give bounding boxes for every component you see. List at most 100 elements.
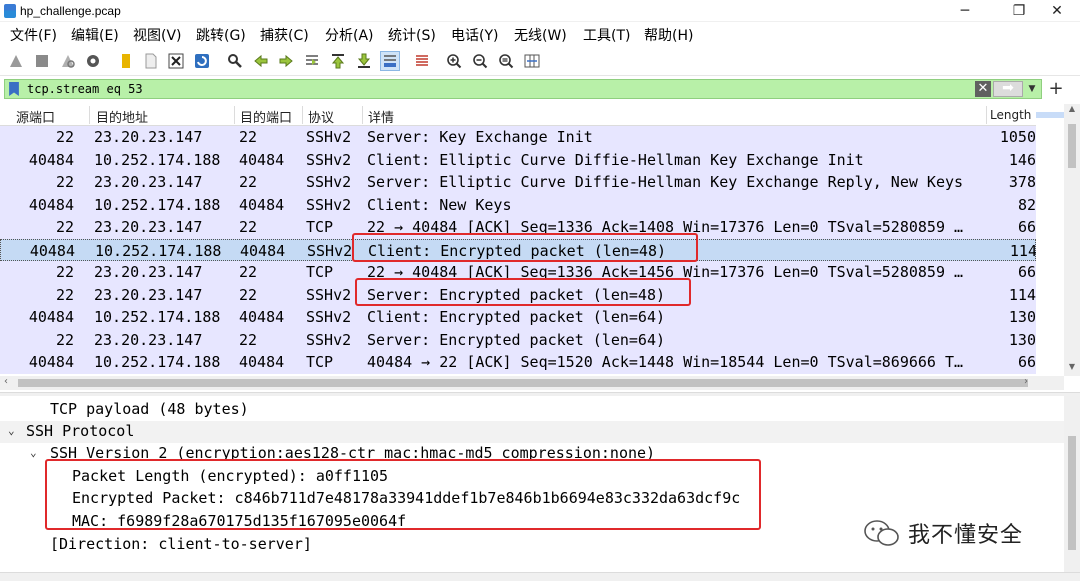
file-icon[interactable] (141, 51, 161, 71)
zoom-in-icon[interactable] (444, 51, 464, 71)
ssh-protocol-line[interactable]: SSH Protocol (26, 422, 134, 440)
packet-row[interactable]: 22 23.20.23.147 22 SSHv2 Server: Encrypted p… (0, 328, 1036, 351)
column-separator[interactable] (362, 106, 363, 124)
add-filter-button[interactable]: + (1046, 79, 1066, 99)
packet-list-header: 源端口 目的地址 目的端口 协议 详情 Length (0, 104, 1064, 126)
apply-filter-button[interactable]: ➡ (993, 81, 1023, 97)
bookmark-icon[interactable] (9, 82, 19, 96)
shark-fin-start-icon[interactable] (6, 51, 26, 71)
packet-row[interactable]: 22 23.20.23.147 22 SSHv2 Server: Key Exchang… (0, 126, 1036, 149)
cell-length: 114 (1008, 285, 1036, 304)
cell-src-port: 40484 (28, 150, 74, 169)
column-separator[interactable] (986, 106, 987, 124)
column-dst-port[interactable]: 目的端口 (240, 107, 292, 126)
packet-row[interactable]: 40484 10.252.174.188 40484 SSHv2 Client: New… (0, 193, 1036, 216)
cell-protocol: SSHv2 (307, 241, 353, 260)
wechat-icon (864, 520, 899, 546)
packet-row[interactable]: 40484 10.252.174.188 40484 TCP 40484 → 22 [A… (0, 351, 1036, 374)
scrollbar-thumb[interactable] (1068, 124, 1076, 168)
scroll-left-icon[interactable]: ‹ (4, 376, 8, 387)
column-src-port[interactable]: 源端口 (16, 107, 55, 126)
column-separator[interactable] (302, 106, 303, 124)
display-filter-input[interactable]: tcp.stream eq 53 ✕ ➡ ▼ (4, 79, 1042, 99)
cell-protocol: SSHv2 (306, 330, 352, 349)
column-info[interactable]: 详情 (368, 107, 394, 126)
menu-tools[interactable]: 工具(T) (583, 25, 630, 45)
menu-capture[interactable]: 捕获(C) (260, 25, 309, 45)
cell-info: Server: Key Exchange Init (367, 128, 593, 146)
autoscroll-icon[interactable] (380, 51, 400, 71)
cell-protocol: TCP (306, 218, 334, 236)
menu-analyze[interactable]: 分析(A) (325, 25, 374, 45)
cell-src-port: 40484 (28, 195, 74, 214)
menu-statistics[interactable]: 统计(S) (388, 25, 436, 45)
menu-help[interactable]: 帮助(H) (644, 25, 693, 45)
zoom-reset-icon[interactable] (496, 51, 516, 71)
reload-icon[interactable] (192, 51, 212, 71)
scrollbar-thumb[interactable] (1068, 436, 1076, 550)
cell-dst-port: 40484 (239, 308, 285, 326)
scroll-right-icon[interactable]: › (1024, 376, 1028, 387)
restart-icon[interactable] (58, 51, 78, 71)
packet-list-horizontal-scrollbar[interactable]: ‹ › (0, 376, 1064, 390)
close-file-icon[interactable] (166, 51, 186, 71)
first-packet-icon[interactable] (328, 51, 348, 71)
cell-dst-addr: 23.20.23.147 (94, 285, 203, 304)
cell-info: 40484 → 22 [ACK] Seq=1520 Ack=1448 Win=1… (367, 353, 964, 371)
wireshark-app-icon (4, 4, 16, 18)
collapse-chevron-icon[interactable]: ⌄ (8, 424, 15, 437)
direction-line[interactable]: [Direction: client-to-server] (50, 535, 312, 553)
column-separator[interactable] (89, 106, 90, 124)
menu-wireless[interactable]: 无线(W) (514, 25, 567, 45)
scroll-up-icon[interactable]: ▲ (1064, 104, 1080, 116)
cell-dst-addr: 23.20.23.147 (94, 263, 203, 281)
packet-row[interactable]: 22 23.20.23.147 22 SSHv2 Server: Elliptic Cu… (0, 171, 1036, 194)
packet-row[interactable]: 40484 10.252.174.188 40484 SSHv2 Client: Ell… (0, 148, 1036, 171)
cell-src-port: 22 (55, 218, 74, 236)
back-icon[interactable] (251, 51, 271, 71)
column-separator[interactable] (234, 106, 235, 124)
packet-list-vertical-scrollbar[interactable]: ▲ ▼ (1064, 104, 1080, 376)
last-packet-icon[interactable] (354, 51, 374, 71)
ssh-protocol-row[interactable] (0, 421, 1064, 443)
close-window-button[interactable]: ✕ (1034, 0, 1080, 22)
packet-minimap[interactable] (1036, 112, 1064, 376)
cell-dst-port: 22 (239, 218, 258, 236)
details-vertical-scrollbar[interactable] (1064, 396, 1080, 572)
cell-dst-addr: 23.20.23.147 (94, 218, 203, 236)
go-to-packet-icon[interactable] (302, 51, 322, 71)
column-length[interactable]: Length (990, 108, 1031, 122)
cell-src-port: 22 (55, 285, 74, 304)
menu-view[interactable]: 视图(V) (133, 25, 182, 45)
filter-text[interactable]: tcp.stream eq 53 (27, 82, 143, 96)
open-file-icon[interactable] (116, 51, 136, 71)
scroll-down-icon[interactable]: ▼ (1064, 362, 1080, 374)
resize-columns-icon[interactable] (522, 51, 542, 71)
stop-icon[interactable] (32, 51, 52, 71)
menu-go[interactable]: 跳转(G) (196, 25, 246, 45)
collapse-chevron-icon[interactable]: ⌄ (30, 446, 37, 459)
find-icon[interactable] (225, 51, 245, 71)
column-dst-addr[interactable]: 目的地址 (96, 107, 148, 126)
menu-edit[interactable]: 编辑(E) (71, 25, 119, 45)
cell-dst-port: 22 (239, 128, 258, 146)
column-protocol[interactable]: 协议 (308, 107, 334, 126)
forward-icon[interactable] (276, 51, 296, 71)
scrollbar-thumb[interactable] (18, 379, 1028, 387)
cell-protocol: SSHv2 (306, 150, 352, 169)
cell-info: Client: Elliptic Curve Diffie-Hellman Ke… (367, 150, 864, 169)
filter-history-dropdown[interactable]: ▼ (1025, 82, 1039, 96)
highlight-client-encrypted (352, 233, 698, 262)
highlight-server-encrypted (355, 278, 691, 306)
menu-file[interactable]: 文件(F) (10, 25, 57, 45)
colorize-icon[interactable] (412, 51, 432, 71)
tcp-payload-line[interactable]: TCP payload (48 bytes) (50, 400, 249, 418)
packet-row[interactable]: 40484 10.252.174.188 40484 SSHv2 Client: Enc… (0, 306, 1036, 329)
zoom-out-icon[interactable] (470, 51, 490, 71)
minimize-button[interactable]: ─ (942, 0, 988, 22)
cell-protocol: TCP (306, 263, 334, 281)
watermark-text: 我不懂安全 (908, 523, 1024, 548)
capture-options-icon[interactable] (83, 51, 103, 71)
menu-telephony[interactable]: 电话(Y) (451, 25, 498, 45)
clear-filter-button[interactable]: ✕ (975, 81, 991, 97)
